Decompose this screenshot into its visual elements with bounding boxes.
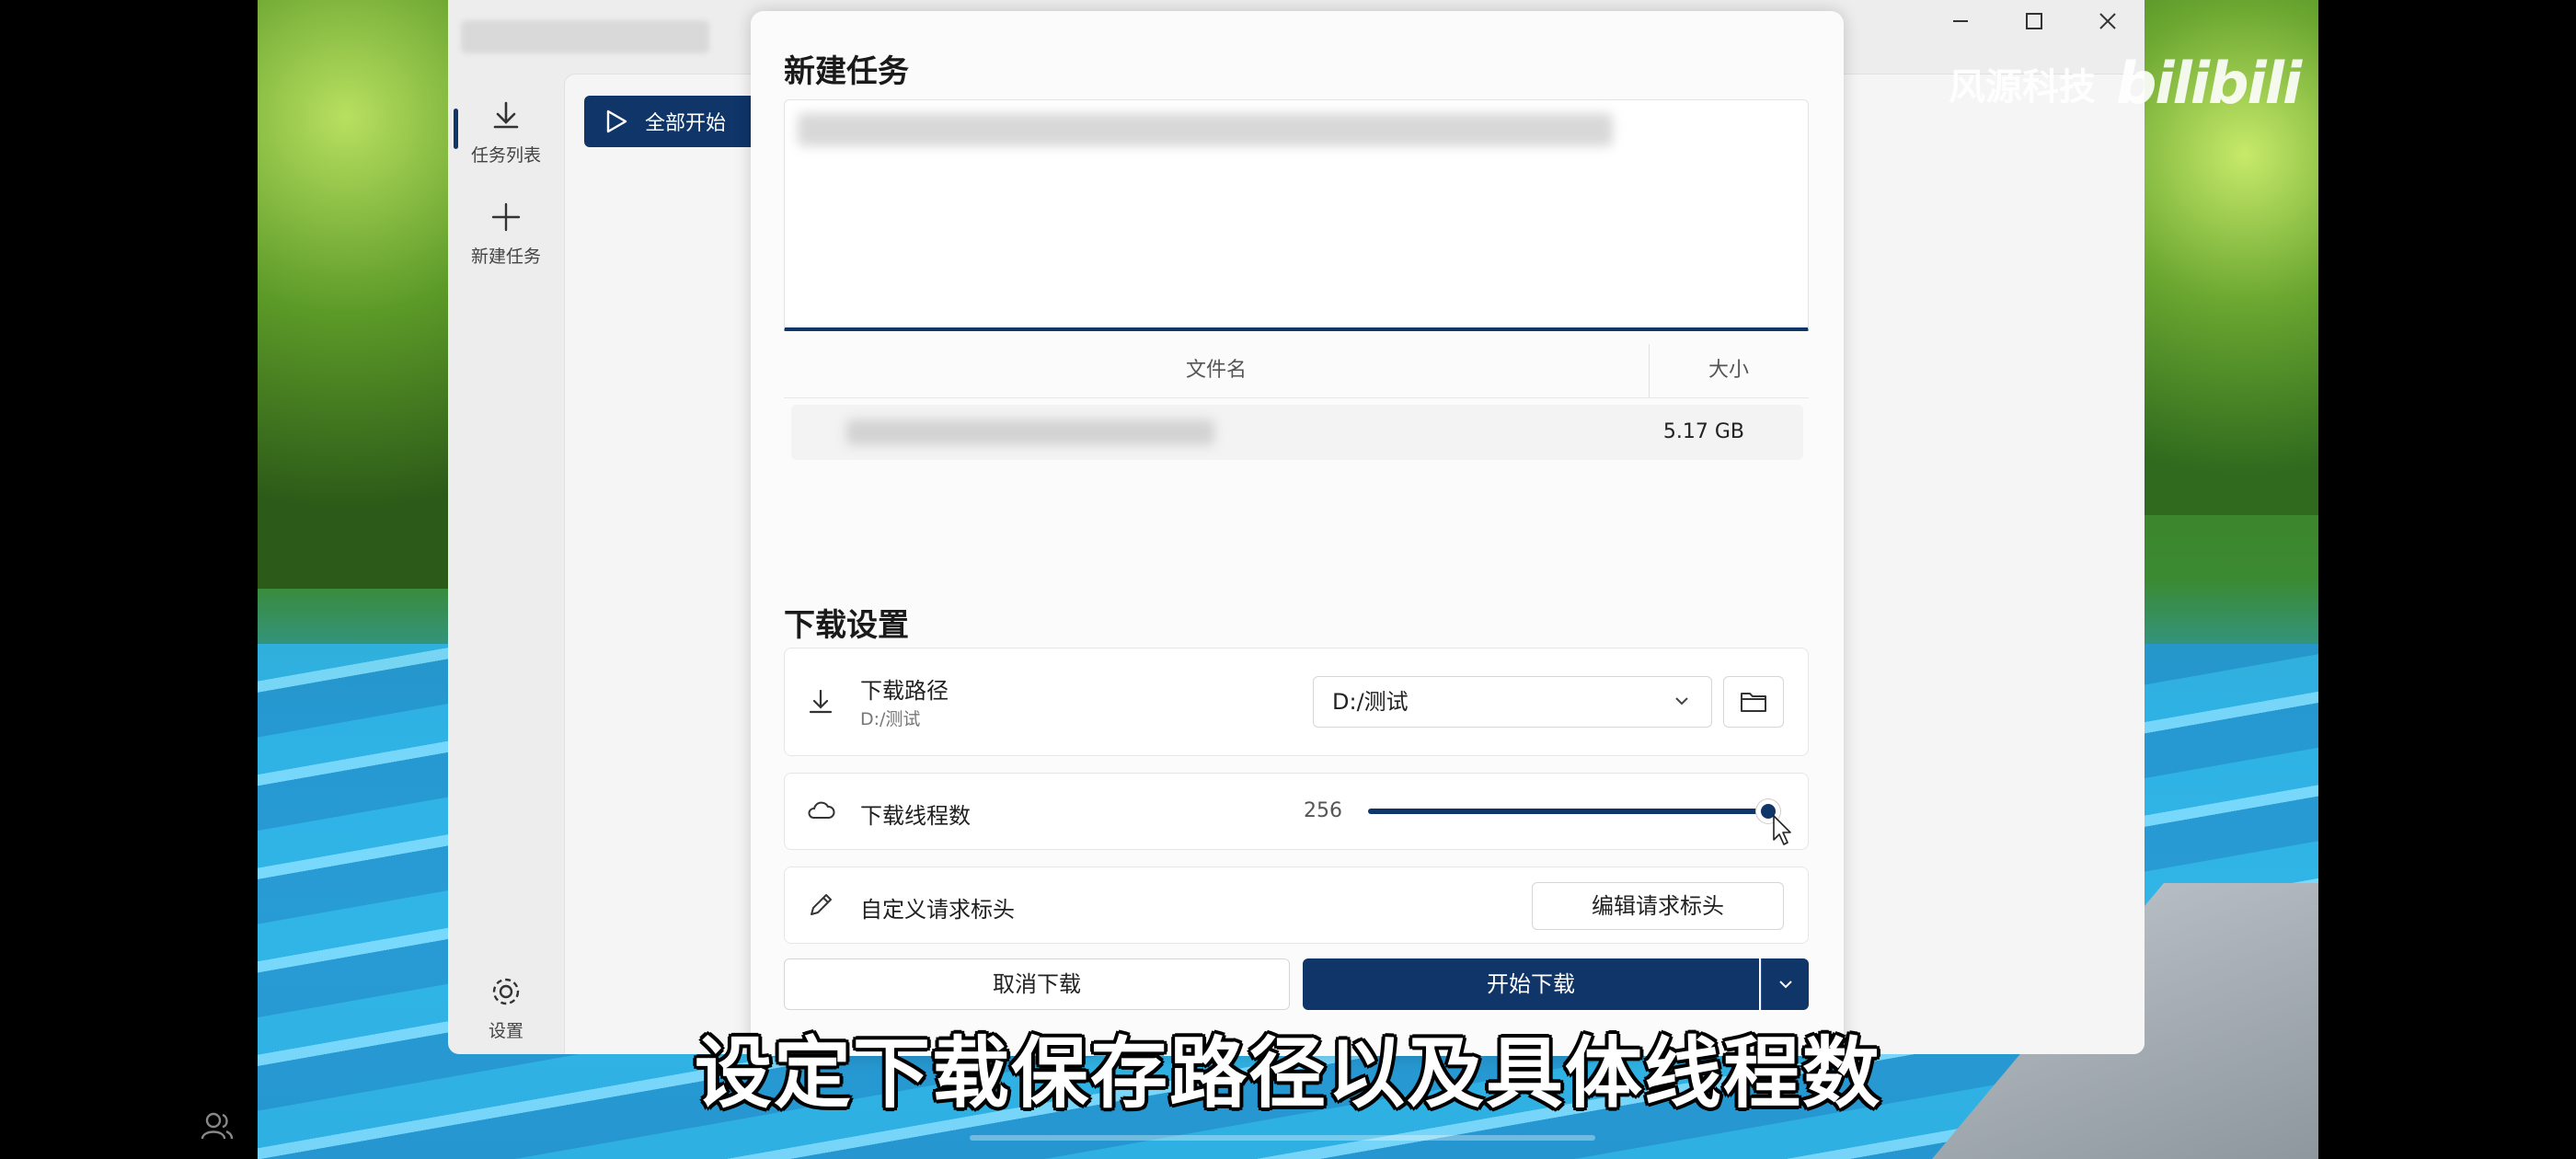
download-path-current: D:/测试 <box>860 709 921 729</box>
request-headers-label: 自定义请求标头 <box>860 897 1015 923</box>
mouse-cursor-icon <box>1773 815 1791 845</box>
video-progress-bar[interactable] <box>970 1135 1595 1141</box>
dialog-title: 新建任务 <box>784 53 909 90</box>
thread-count-label: 下载线程数 <box>860 803 971 829</box>
sidebar-item-label: 新建任务 <box>470 247 541 267</box>
download-icon <box>493 101 519 129</box>
download-settings-title: 下载设置 <box>784 607 909 644</box>
maximize-icon[interactable] <box>1997 0 2071 42</box>
table-row[interactable]: 5.17 GB <box>791 405 1803 460</box>
filename-blurred <box>846 419 1214 445</box>
chevron-down-icon <box>1675 697 1688 706</box>
watermark-text: 风源科技 <box>1949 65 2096 109</box>
close-icon[interactable] <box>2071 0 2145 42</box>
browse-folder-button[interactable] <box>1723 676 1784 728</box>
plus-icon <box>491 202 521 232</box>
start-download-button[interactable]: 开始下载 <box>1303 958 1759 1010</box>
channel-watermark: 风源科技 bilibili <box>1949 50 2302 117</box>
new-task-dialog: 新建任务 文件名 大小 5.17 GB 下载设置 下载路径 D:/测试 D:/测… <box>751 11 1844 1056</box>
window-controls <box>1924 0 2145 42</box>
download-path-label: 下载路径 <box>860 678 949 704</box>
start-all-button[interactable]: 全部开始 <box>584 96 768 147</box>
pencil-icon <box>811 894 832 915</box>
bilibili-logo: bilibili <box>2116 50 2302 117</box>
file-size: 5.17 GB <box>1662 420 1744 443</box>
gear-icon <box>492 978 520 1005</box>
thread-count-value: 256 <box>1304 799 1342 822</box>
edit-request-headers-button[interactable]: 编辑请求标头 <box>1532 882 1784 930</box>
folder-icon <box>1741 693 1766 712</box>
thread-count-slider-track[interactable] <box>1368 809 1765 814</box>
trees-left <box>258 0 478 589</box>
people-icon <box>201 1112 234 1140</box>
cloud-icon <box>808 801 835 819</box>
start-download-dropdown[interactable] <box>1761 958 1809 1010</box>
sidebar: 任务列表 新建任务 设置 <box>448 0 564 1054</box>
play-icon <box>606 109 627 133</box>
url-input[interactable] <box>784 99 1809 331</box>
thread-count-card: 下载线程数 256 <box>784 773 1809 850</box>
sidebar-item-task-list[interactable]: 任务列表 <box>448 96 564 166</box>
chevron-down-icon <box>1778 981 1792 989</box>
url-text-blurred <box>798 113 1613 146</box>
download-path-select-value: D:/测试 <box>1332 689 1409 715</box>
sidebar-item-new-task[interactable]: 新建任务 <box>448 197 564 268</box>
column-header-filename[interactable]: 文件名 <box>784 344 1649 397</box>
download-path-card: 下载路径 D:/测试 D:/测试 <box>784 648 1809 756</box>
sidebar-item-label: 任务列表 <box>470 145 541 166</box>
download-path-select[interactable]: D:/测试 <box>1313 676 1712 728</box>
start-all-label: 全部开始 <box>645 112 727 135</box>
column-header-size[interactable]: 大小 <box>1649 344 1809 397</box>
download-icon <box>809 689 833 714</box>
file-table-header: 文件名 大小 <box>784 344 1809 398</box>
cancel-download-button[interactable]: 取消下载 <box>784 958 1290 1010</box>
minimize-icon[interactable] <box>1924 0 1997 42</box>
video-subtitle: 设定下载保存路径以及具体线程数 <box>694 1028 1881 1119</box>
request-headers-card: 自定义请求标头 编辑请求标头 <box>784 866 1809 944</box>
